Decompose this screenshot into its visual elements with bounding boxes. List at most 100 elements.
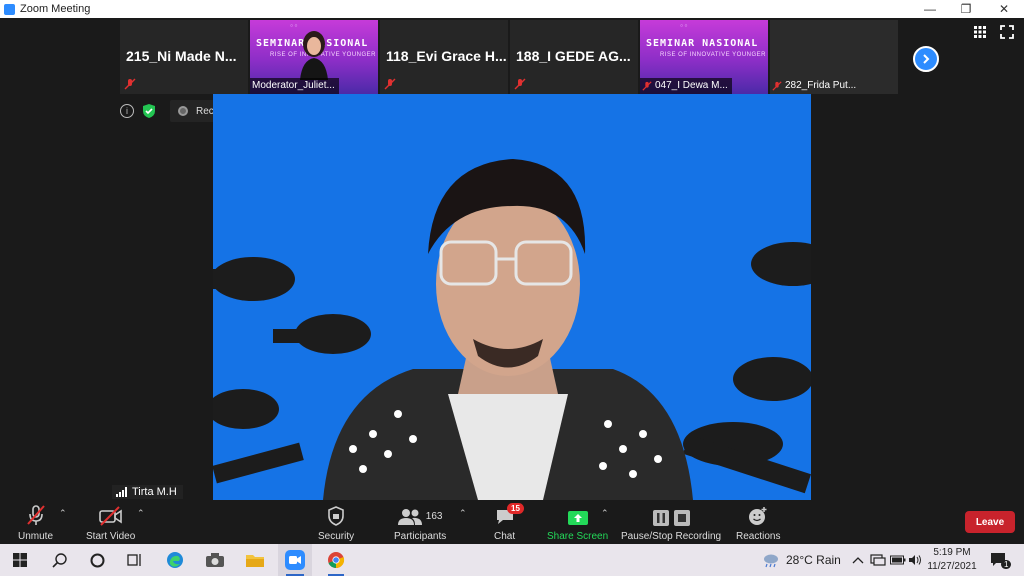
speaker-name-badge: Tirta M.H	[112, 485, 183, 499]
fullscreen-icon[interactable]	[1000, 25, 1014, 39]
next-page-button[interactable]	[913, 46, 939, 72]
unmute-label: Unmute	[18, 531, 54, 542]
zoom-app-icon	[4, 3, 15, 15]
muted-mic-icon	[124, 78, 136, 90]
encryption-shield-icon[interactable]	[142, 104, 156, 118]
muted-mic-icon	[384, 78, 396, 90]
chevron-up-icon	[852, 557, 864, 564]
chrome-taskbar-button[interactable]	[320, 544, 352, 576]
recording-dot-icon	[178, 106, 188, 116]
meeting-stage: 215_Ni Made N... ○ ○ SEMINAR NASIONAL RI…	[0, 18, 1024, 500]
task-view-icon	[127, 554, 141, 566]
share-screen-label: Share Screen	[547, 531, 609, 542]
minimize-button[interactable]: —	[912, 0, 948, 18]
notification-count: 1	[1001, 559, 1012, 569]
folder-icon	[246, 555, 264, 567]
banner-logo: ○ ○	[290, 23, 298, 29]
participants-count: 163	[425, 511, 443, 522]
cortana-circle-icon	[90, 553, 104, 567]
clock-date: 11/27/2021	[927, 561, 977, 572]
show-hidden-icons-button[interactable]	[852, 544, 864, 576]
participant-tile[interactable]: 282_Frida Put...	[770, 20, 898, 94]
participants-label: Participants	[394, 531, 447, 542]
windows-logo-icon	[13, 553, 27, 567]
participant-name: 047_I Dewa M...	[655, 80, 728, 91]
file-explorer-taskbar-button[interactable]	[240, 544, 270, 576]
camera-taskbar-button[interactable]	[200, 544, 230, 576]
share-options-caret[interactable]: ⌃	[601, 508, 609, 519]
meeting-toolbar: Unmute ⌃ Start Video ⌃ Security 163 Part…	[0, 500, 1024, 544]
camera-icon	[206, 553, 224, 567]
moderator-avatar	[300, 31, 328, 80]
start-video-label: Start Video	[86, 531, 136, 542]
search-button[interactable]	[46, 544, 72, 576]
audio-options-caret[interactable]: ⌃	[59, 508, 67, 519]
stop-icon	[673, 510, 690, 526]
close-window-button[interactable]: ✕	[986, 0, 1022, 18]
participant-label: 047_I Dewa M...	[640, 78, 732, 94]
share-screen-button[interactable]: Share Screen	[547, 504, 608, 542]
participant-tile[interactable]: 118_Evi Grace H...	[380, 20, 508, 94]
participant-tile[interactable]: 188_I GEDE AG...	[510, 20, 638, 94]
share-screen-icon	[567, 511, 588, 525]
participant-tile[interactable]: 215_Ni Made N...	[120, 20, 248, 94]
participants-icon	[397, 509, 422, 525]
title-bar: Zoom Meeting — ❐ ✕	[0, 0, 1024, 18]
start-video-button[interactable]: Start Video	[86, 504, 135, 542]
weather-text: 28°C Rain	[786, 553, 841, 567]
participant-tile[interactable]: ○ ○ SEMINAR NASIONAL RISE OF INNOVATIVE …	[250, 20, 378, 94]
task-view-button[interactable]	[122, 544, 148, 576]
zoom-taskbar-button[interactable]	[278, 544, 312, 576]
edge-taskbar-button[interactable]	[160, 544, 190, 576]
rain-cloud-icon	[764, 554, 778, 568]
active-speaker-video	[213, 94, 811, 500]
zoom-app-icon	[285, 550, 305, 570]
pause-stop-recording-button[interactable]: Pause/Stop Recording	[621, 504, 721, 542]
battery-icon	[890, 555, 906, 565]
security-label: Security	[318, 531, 355, 542]
speaker-video-frame	[213, 159, 811, 500]
gallery-view-icon[interactable]	[974, 26, 986, 38]
weather-widget[interactable]: 28°C Rain	[762, 544, 841, 576]
leave-button[interactable]: Leave	[965, 511, 1015, 533]
participant-tile[interactable]: ○ ○ SEMINAR NASIONAL RISE OF INNOVATIVE …	[640, 20, 768, 94]
chevron-right-icon	[923, 54, 930, 64]
search-icon	[51, 552, 67, 568]
chat-label: Chat	[494, 531, 516, 542]
cortana-button[interactable]	[84, 544, 110, 576]
window-title: Zoom Meeting	[20, 3, 91, 15]
security-button[interactable]: Security	[318, 504, 354, 542]
muted-mic-icon	[642, 81, 652, 91]
chrome-browser-icon	[328, 552, 345, 569]
reactions-smiley-icon	[749, 507, 767, 525]
edge-browser-icon	[167, 552, 183, 568]
pause-icon	[652, 510, 669, 526]
taskbar-clock[interactable]: 5:19 PM 11/27/2021	[920, 546, 984, 574]
participant-name: Moderator_Juliet...	[252, 80, 335, 91]
muted-mic-icon	[772, 81, 782, 91]
info-icon[interactable]: i	[120, 104, 134, 118]
participant-name: 118_Evi Grace H...	[386, 48, 507, 64]
video-options-caret[interactable]: ⌃	[137, 508, 145, 519]
action-center-button[interactable]: 1	[990, 544, 1018, 576]
participant-name: 215_Ni Made N...	[126, 48, 237, 64]
speaker-name: Tirta M.H	[132, 486, 177, 498]
security-shield-icon	[328, 506, 344, 526]
banner-logo: ○ ○	[680, 23, 688, 29]
reactions-button[interactable]: Reactions	[736, 504, 780, 542]
network-icon	[870, 554, 886, 566]
network-tray-icon[interactable]	[870, 544, 886, 576]
participants-button[interactable]: 163 Participants	[394, 504, 446, 542]
banner-subtitle: RISE OF INNOVATIVE YOUNGER	[660, 52, 767, 58]
restore-button[interactable]: ❐	[948, 0, 984, 18]
signal-strength-icon	[116, 487, 127, 497]
battery-tray-icon[interactable]	[890, 544, 906, 576]
participant-label: Moderator_Juliet...	[250, 78, 339, 94]
participants-options-caret[interactable]: ⌃	[459, 508, 467, 519]
participant-name: 282_Frida Put...	[785, 80, 857, 91]
gallery-strip: 215_Ni Made N... ○ ○ SEMINAR NASIONAL RI…	[120, 20, 898, 94]
unmute-button[interactable]: Unmute	[18, 504, 53, 542]
start-button[interactable]	[6, 544, 34, 576]
clock-time: 5:19 PM	[933, 547, 971, 558]
windows-taskbar: 28°C Rain 5:19 PM 11/27/2021 1	[0, 544, 1024, 576]
